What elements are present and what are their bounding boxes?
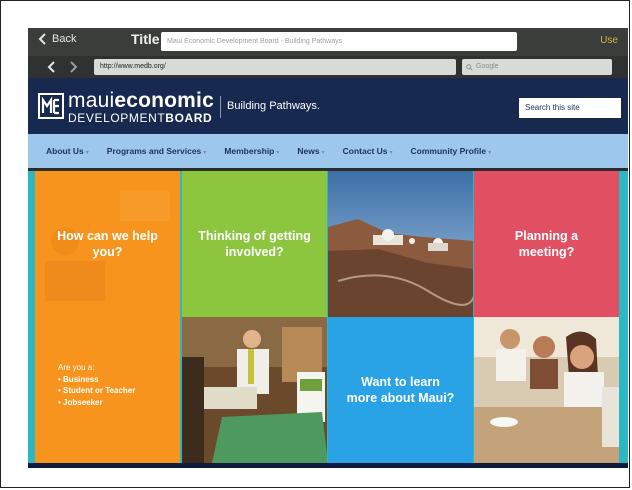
event-photo[interactable]: [182, 317, 327, 463]
nav-contact-us[interactable]: Contact Us ▾: [343, 146, 393, 156]
logo-word-maui: maui: [68, 89, 115, 112]
are-you-option-student-teacher[interactable]: • Student or Teacher: [58, 385, 135, 397]
are-you-lead: Are you a:: [58, 363, 95, 372]
are-you-option-business[interactable]: • Business: [58, 374, 135, 386]
nav-community-profile[interactable]: Community Profile ▾: [411, 146, 492, 156]
tile-meeting-text: Planning a meeting?: [514, 228, 579, 259]
tile-planning-meeting[interactable]: Planning a meeting?: [474, 171, 619, 317]
chevron-left-icon: [38, 33, 46, 45]
nav-contact-label: Contact Us: [342, 146, 388, 156]
url-input[interactable]: http://www.medb.org/: [94, 59, 456, 75]
nav-community-label: Community Profile: [410, 146, 487, 156]
nav-membership[interactable]: Membership ▾: [224, 146, 279, 156]
nav-programs-label: Programs and Services: [106, 146, 202, 156]
classroom-photo[interactable]: [474, 317, 619, 463]
title-label: Title: [131, 31, 160, 47]
logo-word-economic: economic: [114, 89, 214, 112]
medb-logo-icon[interactable]: [38, 93, 64, 119]
chevron-down-icon: ▾: [389, 150, 393, 156]
chevron-down-icon: ▾: [488, 150, 492, 156]
tile-getting-involved[interactable]: Thinking of getting involved?: [182, 171, 327, 317]
feature-tile-grid: How can we help you? Thinking of getting…: [28, 171, 628, 463]
browser-back-icon[interactable]: [45, 59, 59, 75]
nav-programs-services[interactable]: Programs and Services ▾: [107, 146, 207, 156]
browser-search-placeholder: Google: [476, 63, 499, 70]
are-you-option-jobseeker[interactable]: • Jobseeker: [58, 397, 135, 409]
students-classroom-image: [474, 317, 619, 463]
title-bar: Back Title Maui Economic Development Boa…: [28, 28, 628, 56]
url-bar: http://www.medb.org/ Google: [28, 56, 628, 78]
back-button-label: Back: [52, 33, 77, 45]
nav-about-us-label: About Us: [46, 146, 84, 156]
chevron-down-icon: ▾: [276, 150, 280, 156]
tagline-divider: [220, 96, 221, 118]
main-nav: About Us ▾ Programs and Services ▾ Members…: [28, 134, 628, 168]
nav-news-label: News: [297, 146, 320, 156]
logo-word-board: BOARD: [165, 111, 213, 125]
back-button[interactable]: Back: [38, 33, 76, 45]
bottom-divider: [28, 463, 628, 468]
tile-learn-text: Want to learn more about Maui?: [346, 374, 455, 405]
chevron-down-icon: ▾: [321, 150, 325, 156]
observatory-photo[interactable]: [328, 171, 473, 317]
site-search-input[interactable]: Search this site: [519, 98, 621, 118]
haleakala-observatory-image: [328, 171, 473, 317]
site-header: mauieconomic DEVELOPMENTBOARD Building P…: [28, 78, 628, 134]
tile-learn-about-maui[interactable]: Want to learn more about Maui?: [328, 317, 473, 463]
use-button[interactable]: Use: [600, 35, 618, 46]
nav-membership-label: Membership: [224, 146, 275, 156]
chevron-down-icon: ▾: [203, 150, 207, 156]
are-you-list: Are you a: • Business • Student or Teach…: [58, 362, 135, 408]
browser-forward-icon[interactable]: [66, 59, 80, 75]
chevron-down-icon: ▾: [85, 150, 89, 156]
tile-how-can-we-help[interactable]: How can we help you?: [35, 171, 180, 317]
title-input[interactable]: Maui Economic Development Board - Buildi…: [161, 32, 517, 51]
browser-window: Back Title Maui Economic Development Boa…: [28, 28, 628, 468]
tile-involved-text: Thinking of getting involved?: [198, 228, 311, 259]
event-booth-image: [182, 317, 327, 463]
search-icon: [466, 63, 473, 71]
site-tagline: Building Pathways.: [227, 100, 320, 112]
logo-word-development: DEVELOPMENT: [68, 111, 166, 125]
tile-help-text: How can we help you?: [57, 228, 158, 259]
browser-search-input[interactable]: Google: [462, 59, 612, 75]
nav-about-us[interactable]: About Us ▾: [46, 146, 89, 156]
nav-news[interactable]: News ▾: [297, 146, 324, 156]
tile-are-you-a[interactable]: Are you a: • Business • Student or Teach…: [35, 317, 180, 463]
site-logo[interactable]: mauieconomic DEVELOPMENTBOARD: [68, 90, 214, 124]
